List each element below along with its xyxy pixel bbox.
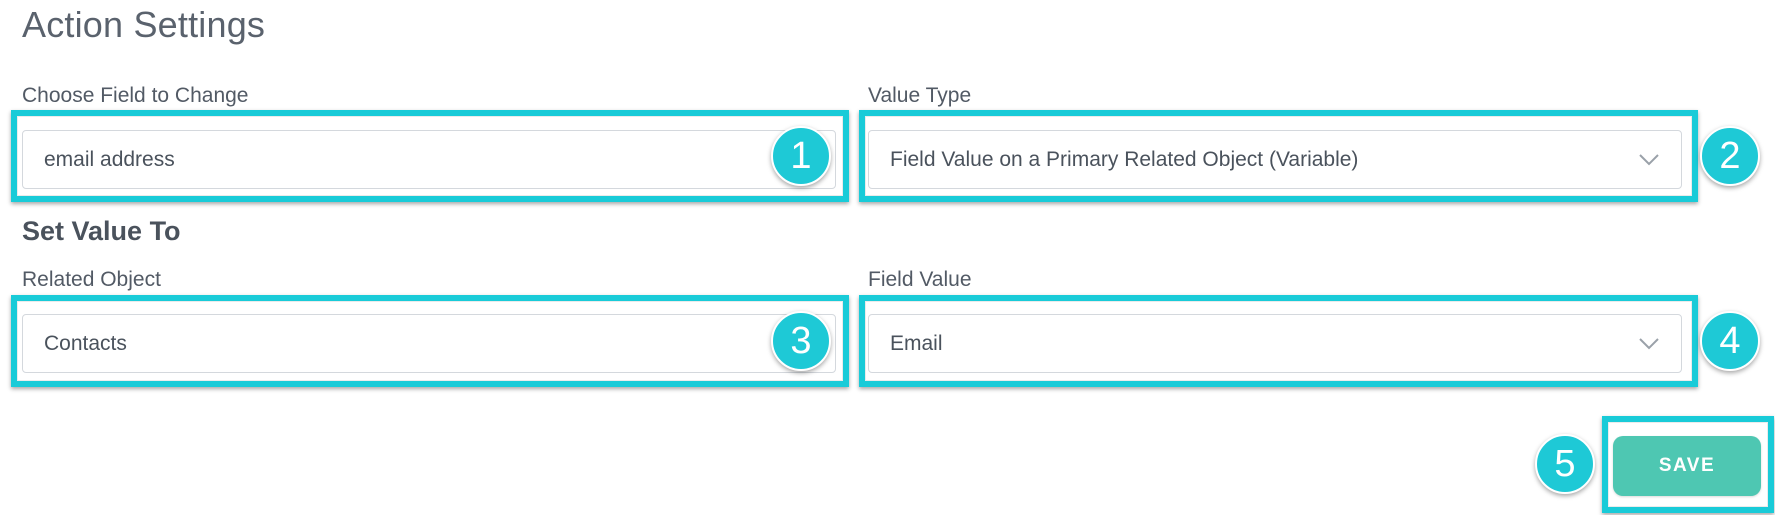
set-value-heading: Set Value To	[22, 216, 181, 246]
save-button[interactable]: SAVE	[1613, 436, 1761, 496]
step-badge-5: 5	[1535, 434, 1595, 494]
choose-field-label: Choose Field to Change	[22, 84, 249, 107]
choose-field-value: email address	[44, 147, 175, 171]
value-type-value: Field Value on a Primary Related Object …	[890, 147, 1359, 171]
related-object-value: Contacts	[44, 331, 127, 355]
chevron-down-icon	[1639, 337, 1659, 349]
value-type-label: Value Type	[868, 84, 972, 107]
step-badge-1: 1	[771, 126, 831, 186]
field-value-select[interactable]: Email	[868, 314, 1682, 373]
related-object-input[interactable]: Contacts	[22, 314, 836, 373]
step-badge-2: 2	[1700, 126, 1760, 186]
related-object-label: Related Object	[22, 268, 161, 291]
value-type-select[interactable]: Field Value on a Primary Related Object …	[868, 130, 1682, 189]
field-value-label: Field Value	[868, 268, 972, 291]
chevron-down-icon	[1639, 153, 1659, 165]
step-badge-4: 4	[1700, 311, 1760, 371]
page-title: Action Settings	[22, 4, 266, 45]
step-badge-3: 3	[771, 311, 831, 371]
field-value-value: Email	[890, 331, 943, 355]
choose-field-input[interactable]: email address	[22, 130, 836, 189]
